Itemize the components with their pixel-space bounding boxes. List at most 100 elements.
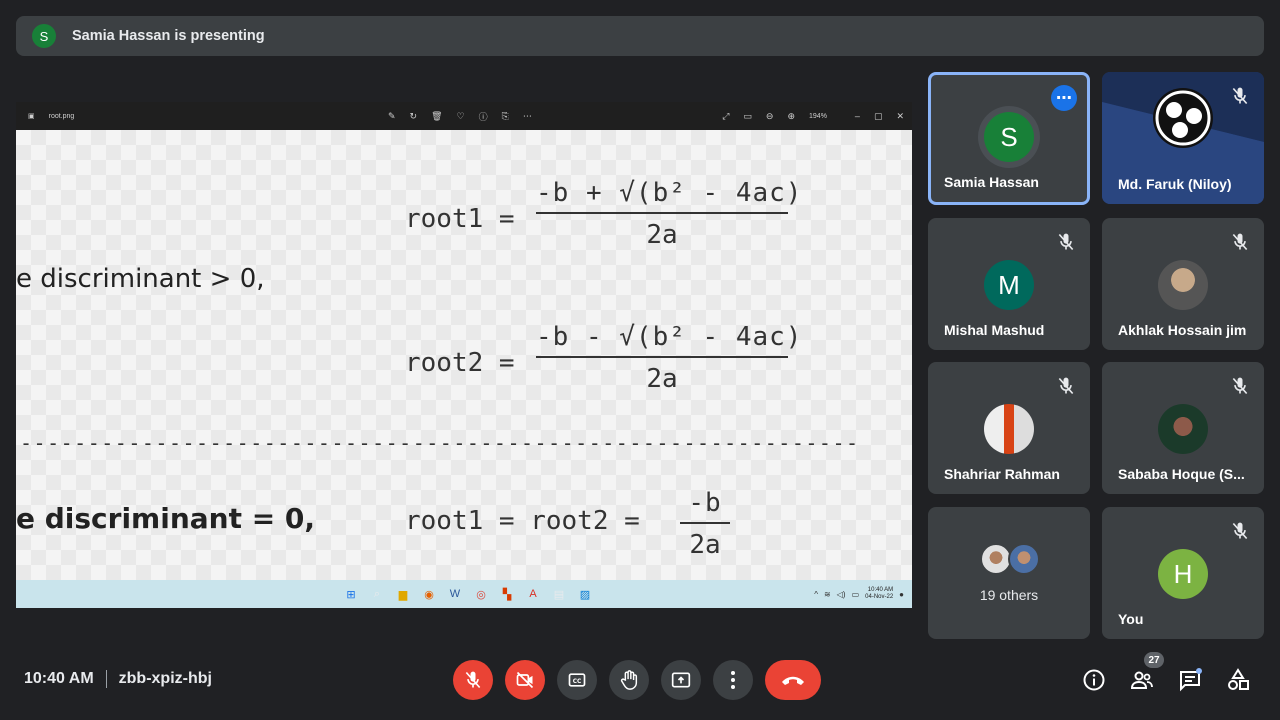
fraction-bar (680, 522, 730, 524)
zoom-level: 194% (809, 112, 827, 120)
avatar-photo (1158, 260, 1208, 310)
raise-hand-button[interactable] (609, 660, 649, 700)
divider (105, 670, 107, 688)
volume-icon[interactable]: ◁) (837, 590, 846, 599)
zoom-in-icon[interactable]: ⊕ (787, 111, 795, 122)
camera-off-icon (516, 671, 534, 689)
presenting-banner: S Samia Hassan is presenting (16, 16, 1264, 56)
others-tile[interactable]: 19 others (928, 507, 1090, 639)
edit-icon[interactable]: ✎ (388, 111, 396, 122)
svg-text:CC: CC (573, 679, 582, 685)
taskbar-clock[interactable]: 10:40 AM 04-Nov-22 (865, 587, 893, 601)
divider-dashes: ----------------------------------------… (20, 431, 860, 455)
participant-tile-shahriar[interactable]: Shahriar Rahman (928, 362, 1090, 494)
rotate-icon[interactable]: ↻ (410, 111, 418, 122)
avatar-photo (1158, 404, 1208, 454)
muted-mic-icon (1058, 377, 1074, 395)
avatar-photo (984, 404, 1034, 454)
file-explorer-icon[interactable]: ▆ (394, 585, 412, 603)
meeting-info-button[interactable] (1082, 668, 1106, 692)
participant-name: Mishal Mashud (944, 322, 1045, 338)
microphone-toggle-button[interactable] (453, 660, 493, 700)
photos-icon[interactable]: ▨ (576, 585, 594, 603)
slide-image: e discriminant > 0, root1 = -b + √(b² - … (16, 130, 912, 580)
activities-button[interactable] (1226, 668, 1250, 692)
condition-text-2: e discriminant = 0, (16, 502, 316, 535)
info-icon[interactable]: ⓘ (479, 110, 488, 123)
clock-time: 10:40 AM (24, 670, 94, 687)
participant-name: Md. Faruk (Niloy) (1118, 176, 1232, 192)
search-icon[interactable]: ⌕ (368, 585, 386, 603)
shared-screen: ▣ root.png ✎ ↻ 🗑 ♡ ⓘ ⎘ ⋯ ⤢ ▭ ⊖ ⊕ 194% – … (16, 102, 912, 608)
captions-icon: CC (568, 673, 586, 687)
participant-tile-you[interactable]: H You (1102, 507, 1264, 639)
muted-mic-icon (1232, 522, 1248, 540)
battery-icon[interactable]: ▭ (852, 590, 860, 599)
participant-tile-sababa[interactable]: Sababa Hoque (S... (1102, 362, 1264, 494)
root3-fraction: -b 2a (680, 488, 730, 560)
captions-button[interactable]: CC (557, 660, 597, 700)
condition-text-1: e discriminant > 0, (16, 264, 265, 294)
present-screen-button[interactable] (661, 660, 701, 700)
more-icon[interactable]: ⋯ (523, 111, 532, 122)
more-vert-icon (731, 671, 735, 689)
tray-chevron-icon[interactable]: ^ (814, 590, 818, 599)
zoom-out-icon[interactable]: ⊖ (766, 111, 774, 122)
root1-numerator: -b + √(b² - 4ac) (536, 178, 803, 208)
root3-numerator: -b (688, 488, 722, 518)
notepad-icon[interactable]: ▤ (550, 585, 568, 603)
taskbar-time: 10:40 AM (867, 587, 894, 593)
participant-name: Sababa Hoque (S... (1118, 466, 1245, 482)
participant-tile-samia[interactable]: S ⋯ Samia Hassan (928, 72, 1090, 205)
root1-fraction: -b + √(b² - 4ac) 2a (536, 178, 803, 250)
fullscreen-icon[interactable]: ⤢ (722, 111, 729, 122)
more-options-button[interactable] (713, 660, 753, 700)
participant-tile-faruk[interactable]: Md. Faruk (Niloy) (1102, 72, 1264, 204)
fit-icon[interactable]: ▭ (743, 111, 752, 122)
more-options-button[interactable]: ⋯ (1051, 85, 1077, 111)
participant-name: Akhlak Hossain jim (1118, 322, 1247, 338)
chat-button[interactable] (1178, 668, 1202, 692)
image-icon: ▣ (28, 113, 35, 120)
office-icon[interactable]: ▚ (498, 585, 516, 603)
root2-numerator: -b - √(b² - 4ac) (536, 322, 803, 352)
people-button[interactable] (1130, 668, 1154, 692)
others-avatars (980, 543, 1040, 575)
participant-tile-akhlak[interactable]: Akhlak Hossain jim (1102, 218, 1264, 350)
notification-icon[interactable]: ● (899, 590, 904, 599)
avatar-photo (1008, 543, 1040, 575)
avatar: S (984, 112, 1034, 162)
windows-start-icon[interactable]: ⊞ (342, 585, 360, 603)
pdf-icon[interactable]: A (524, 585, 542, 603)
close-icon[interactable]: ✕ (896, 111, 904, 122)
meeting-code: zbb-xpiz-hbj (118, 670, 212, 687)
muted-mic-icon (1232, 377, 1248, 395)
muted-mic-icon (1058, 233, 1074, 251)
firefox-icon[interactable]: ◉ (420, 585, 438, 603)
avatar: M (984, 260, 1034, 310)
avatar: H (1158, 549, 1208, 599)
share-icon[interactable]: ⎘ (502, 111, 509, 122)
muted-mic-icon (1232, 233, 1248, 251)
delete-icon[interactable]: 🗑 (431, 111, 442, 122)
root1-denominator: 2a (646, 220, 678, 250)
root2-label: root2 = (405, 348, 515, 378)
wifi-icon[interactable]: ≋ (824, 590, 831, 599)
info-icon (1083, 669, 1105, 691)
root3-label: root1 = root2 = (405, 506, 640, 536)
hand-icon (620, 670, 638, 690)
camera-toggle-button[interactable] (505, 660, 545, 700)
chrome-icon[interactable]: ◎ (472, 585, 490, 603)
maximize-icon[interactable]: ▢ (874, 111, 883, 122)
participant-tile-mishal[interactable]: M Mishal Mashud (928, 218, 1090, 350)
word-icon[interactable]: W (446, 585, 464, 603)
leave-call-button[interactable] (765, 660, 821, 700)
participant-name: Shahriar Rahman (944, 466, 1060, 482)
favorite-icon[interactable]: ♡ (457, 111, 465, 122)
fraction-bar (536, 356, 788, 358)
presenting-text: Samia Hassan is presenting (72, 28, 265, 44)
windows-taskbar: ⊞ ⌕ ▆ ◉ W ◎ ▚ A ▤ ▨ ^ ≋ ◁) ▭ 10:40 AM 04… (16, 580, 912, 608)
root3-denominator: 2a (689, 530, 721, 560)
minimize-icon[interactable]: – (855, 111, 860, 121)
control-bar: 10:40 AM zbb-xpiz-hbj CC 27 (0, 650, 1280, 710)
